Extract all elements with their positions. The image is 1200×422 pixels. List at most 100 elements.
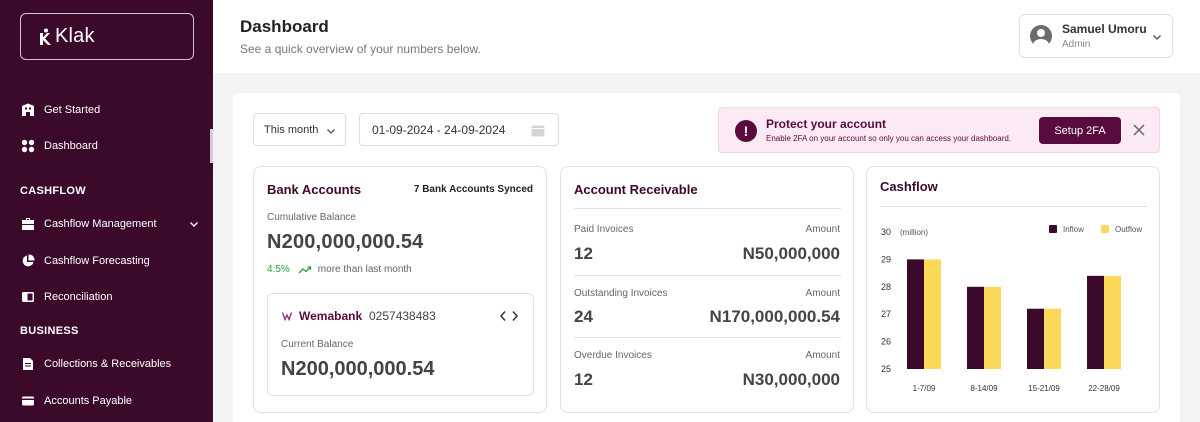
pie-chart-icon xyxy=(21,254,35,268)
divider xyxy=(574,337,841,338)
setup-2fa-button[interactable]: Setup 2FA xyxy=(1039,117,1121,144)
row-label: Outstanding Invoices xyxy=(574,288,668,299)
calendar-icon xyxy=(531,125,545,137)
x-tick-label: 22-28/09 xyxy=(1088,384,1120,393)
sidebar-item-get-started[interactable]: Get Started xyxy=(0,95,213,125)
bar-outflow xyxy=(984,286,1001,369)
y-tick-label: 25 xyxy=(881,364,891,374)
invoice-count: 24 xyxy=(574,307,593,326)
invoice-count: 12 xyxy=(574,244,593,263)
sidebar-item-label: Get Started xyxy=(44,104,101,116)
bank-account-card[interactable]: Wemabank 0257438483 Current Balance N200… xyxy=(267,293,534,396)
cumulative-balance-label: Cumulative Balance xyxy=(267,212,356,223)
invoice-amount: N30,000,000 xyxy=(742,370,840,389)
logo-text: Klak xyxy=(55,25,95,47)
chevron-down-icon[interactable] xyxy=(189,219,199,229)
sidebar-item-dashboard[interactable]: Dashboard xyxy=(0,129,213,163)
invoice-amount: N170,000,000.54 xyxy=(709,307,840,326)
sidebar-item-label: Cashflow Management xyxy=(44,218,157,230)
card-title: Account Receivable xyxy=(574,182,698,197)
chevron-down-icon xyxy=(327,129,335,134)
cumulative-balance-value: N200,000,000.54 xyxy=(267,231,424,253)
y-tick-label: 26 xyxy=(881,337,891,347)
bank-accounts-card: Bank Accounts 7 Bank Accounts Synced Cum… xyxy=(253,166,547,413)
legend-label: Inflow xyxy=(1063,225,1084,234)
section-business: BUSINESS xyxy=(20,325,79,337)
date-range-picker[interactable]: 01-09-2024 - 24-09-2024 xyxy=(359,113,559,146)
section-cashflow: CASHFLOW xyxy=(20,185,86,197)
x-tick-label: 1-7/09 xyxy=(913,384,936,393)
bar-outflow xyxy=(1044,308,1061,369)
sidebar-item-accounts-payable[interactable]: Accounts Payable xyxy=(0,386,213,416)
bar-inflow xyxy=(907,259,924,369)
account-number: 0257438483 xyxy=(369,309,436,323)
current-balance-label: Current Balance xyxy=(281,339,354,350)
alert-title: Protect your account xyxy=(766,117,887,131)
y-tick-label: 30 xyxy=(881,227,891,237)
synced-count: 7 Bank Accounts Synced xyxy=(413,184,533,195)
user-menu[interactable]: Samuel Umoru Admin xyxy=(1019,14,1173,58)
y-axis-unit: (million) xyxy=(900,228,928,237)
page-subtitle: See a quick overview of your numbers bel… xyxy=(240,42,481,56)
alert-text: Enable 2FA on your account so only you c… xyxy=(766,134,1012,143)
invoice-amount: N50,000,000 xyxy=(742,244,840,263)
sidebar-item-reconciliation[interactable]: Reconciliation xyxy=(0,282,213,312)
trend-up-icon xyxy=(298,265,311,273)
amount-label: Amount xyxy=(805,350,840,361)
cashflow-chart: 25 26 27 28 29 30 (million) Inflow Outflow 1-7/09… xyxy=(881,225,1142,393)
period-select[interactable]: This month xyxy=(253,113,346,146)
dashboard-panel: This month 01-09-2024 - 24-09-2024 ! Pro… xyxy=(233,93,1180,422)
building-icon xyxy=(21,103,35,117)
header: Dashboard See a quick overview of your n… xyxy=(213,0,1200,73)
legend-label: Outflow xyxy=(1115,225,1142,234)
legend-swatch xyxy=(1049,225,1057,233)
close-icon[interactable] xyxy=(1132,123,1146,137)
bar-inflow xyxy=(967,286,984,369)
amount-label: Amount xyxy=(805,224,840,235)
row-label: Overdue Invoices xyxy=(574,350,652,361)
warning-icon: ! xyxy=(735,120,757,142)
sidebar-item-label: Reconciliation xyxy=(44,291,113,303)
invoice-count: 12 xyxy=(574,370,593,389)
bar-inflow xyxy=(1027,308,1044,369)
user-role: Admin xyxy=(1062,39,1091,50)
sidebar-item-label: Dashboard xyxy=(44,140,98,152)
bank-name: Wemabank xyxy=(299,309,363,323)
card-icon xyxy=(21,394,35,408)
growth-indicator: 4.5% more than last month xyxy=(267,264,412,275)
sidebar-item-cashflow-forecasting[interactable]: Cashflow Forecasting xyxy=(0,246,213,276)
y-tick-label: 28 xyxy=(881,282,891,292)
bar-outflow xyxy=(924,259,941,369)
user-name: Samuel Umoru xyxy=(1062,22,1147,36)
sidebar-item-label: Accounts Payable xyxy=(44,395,133,407)
y-tick-label: 29 xyxy=(881,254,891,264)
amount-label: Amount xyxy=(805,288,840,299)
logo[interactable]: Klak xyxy=(20,13,194,60)
x-tick-label: 15-21/09 xyxy=(1028,384,1060,393)
divider xyxy=(574,275,841,276)
sidebar-item-label: Cashflow Forecasting xyxy=(44,255,150,267)
sidebar-item-collections[interactable]: Collections & Receivables xyxy=(0,349,213,379)
columns-icon xyxy=(21,290,35,304)
bar-inflow xyxy=(1087,275,1104,369)
growth-text: more than last month xyxy=(317,264,412,275)
carousel-arrows-icon[interactable] xyxy=(499,309,519,323)
current-balance-value: N200,000,000.54 xyxy=(281,358,435,380)
growth-percent: 4.5% xyxy=(267,264,290,275)
cashflow-card: Cashflow 25 26 27 28 29 30 (million) Inflow Outf… xyxy=(866,166,1160,413)
account-receivable-card: Account Receivable Paid Invoices Amount … xyxy=(560,166,854,413)
page-title: Dashboard xyxy=(240,17,329,36)
card-title: Bank Accounts xyxy=(267,182,362,197)
grid-icon xyxy=(21,139,35,153)
sidebar-item-cashflow-management[interactable]: Cashflow Management xyxy=(0,209,213,239)
chevron-down-icon xyxy=(1153,35,1161,40)
sidebar: Klak Get Started Dashboard CASHFLOW Cash… xyxy=(0,0,213,422)
briefcase-icon xyxy=(21,217,35,231)
divider xyxy=(574,208,841,209)
sidebar-item-label: Collections & Receivables xyxy=(44,358,172,370)
period-value: This month xyxy=(264,123,319,136)
bar-outflow xyxy=(1104,275,1121,369)
document-icon xyxy=(21,357,35,371)
avatar xyxy=(1030,25,1052,47)
y-tick-label: 27 xyxy=(881,309,891,319)
